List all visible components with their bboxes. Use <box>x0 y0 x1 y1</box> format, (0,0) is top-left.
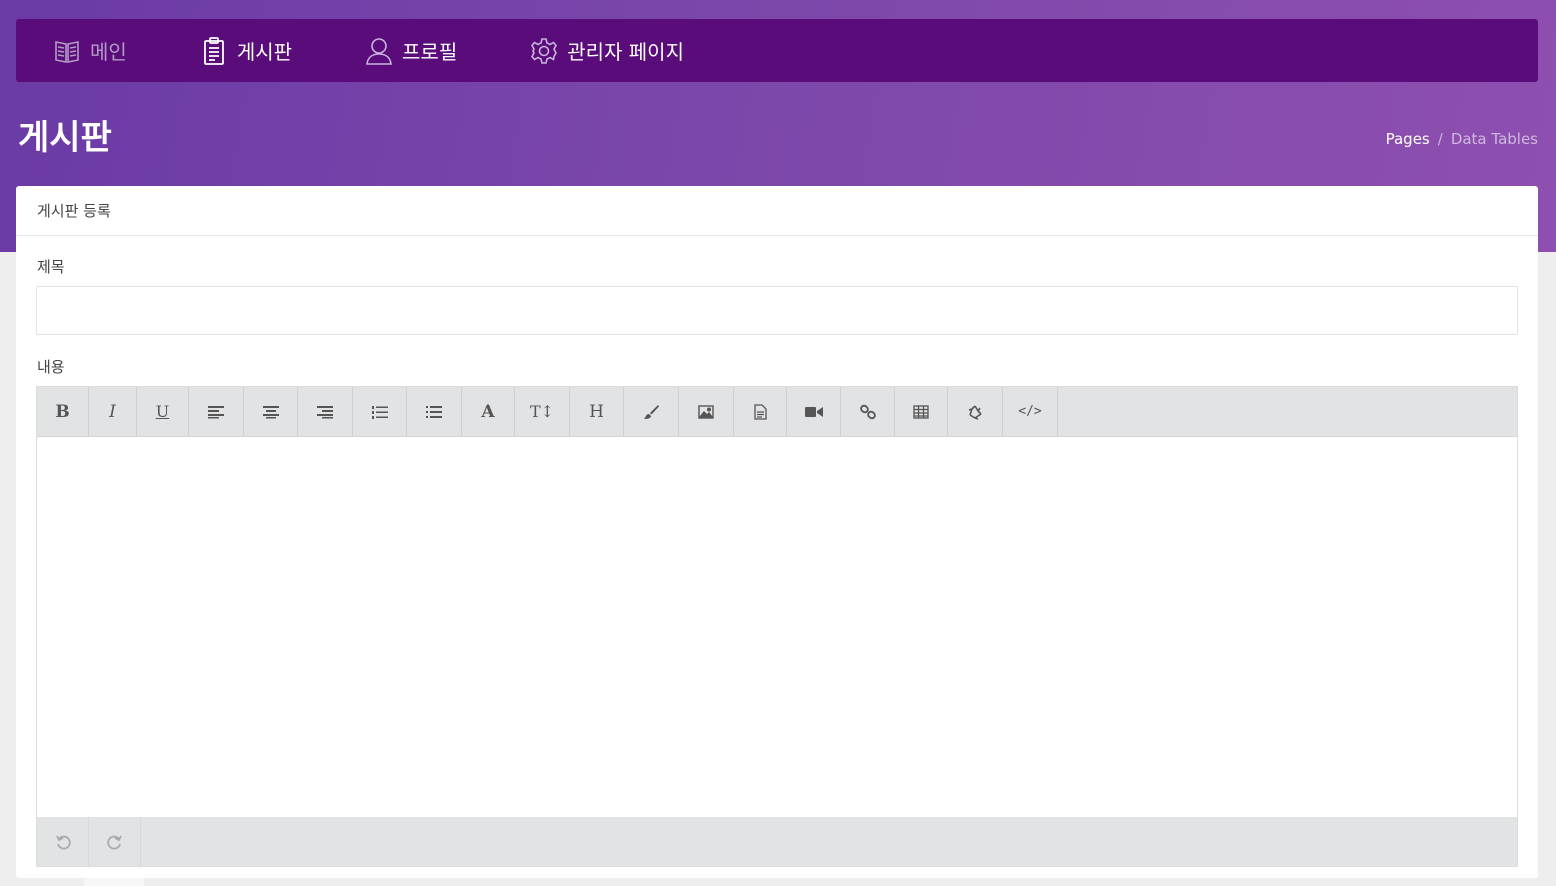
ordered-list-button[interactable] <box>353 387 407 436</box>
image-button[interactable] <box>679 387 734 436</box>
editor-content-area[interactable] <box>37 437 1517 817</box>
redo-button[interactable] <box>89 817 141 866</box>
nav-item-admin[interactable]: 관리자 페이지 <box>529 19 684 82</box>
recycle-icon <box>968 404 982 420</box>
align-center-icon <box>262 405 279 418</box>
redo-icon <box>106 835 122 849</box>
nav-item-profile[interactable]: 프로필 <box>364 19 457 82</box>
content-label: 내용 <box>37 358 65 376</box>
video-icon <box>804 406 823 417</box>
italic-button[interactable]: I <box>89 387 137 436</box>
underline-button[interactable]: U <box>137 387 189 436</box>
font-color-button[interactable]: A <box>462 387 515 436</box>
breadcrumb-root[interactable]: Pages <box>1386 130 1430 148</box>
nav-item-main[interactable]: 메인 <box>52 19 127 82</box>
nav-item-label: 게시판 <box>236 40 293 64</box>
align-right-icon <box>317 405 333 418</box>
editor-toolbar: B I U A T↕ H </> <box>37 387 1517 437</box>
rich-text-editor: B I U A T↕ H </> <box>36 386 1518 867</box>
font-size-button[interactable]: T↕ <box>515 387 570 436</box>
nav-item-label: 관리자 페이지 <box>567 40 684 64</box>
file-button[interactable] <box>734 387 787 436</box>
link-button[interactable] <box>841 387 895 436</box>
table-button[interactable] <box>895 387 948 436</box>
unordered-list-icon <box>426 405 442 418</box>
ordered-list-icon <box>371 405 388 419</box>
top-navigation: 메인 게시판 프로필 관리자 페이지 <box>16 19 1538 82</box>
user-icon <box>364 36 394 66</box>
breadcrumb-separator: / <box>1437 130 1443 148</box>
gear-icon <box>529 36 559 66</box>
unordered-list-button[interactable] <box>407 387 462 436</box>
page-title: 게시판 <box>18 118 112 158</box>
nav-item-board[interactable]: 게시판 <box>199 19 292 82</box>
clipboard-icon <box>199 36 229 66</box>
book-icon <box>52 36 82 66</box>
subject-input[interactable] <box>36 286 1518 335</box>
card-title: 게시판 등록 <box>16 186 1538 236</box>
board-register-card: 게시판 등록 제목 내용 B I U A T↕ H </> <box>16 186 1538 878</box>
align-right-button[interactable] <box>298 387 353 436</box>
file-icon <box>753 403 767 420</box>
recycle-button[interactable] <box>948 387 1003 436</box>
brush-icon <box>644 404 659 419</box>
breadcrumb: Pages / Data Tables <box>1386 130 1538 148</box>
subject-label: 제목 <box>37 258 65 276</box>
editor-footer <box>37 817 1517 866</box>
breadcrumb-current: Data Tables <box>1450 130 1538 148</box>
align-left-button[interactable] <box>189 387 244 436</box>
align-center-button[interactable] <box>244 387 298 436</box>
undo-icon <box>55 835 71 849</box>
undo-button[interactable] <box>37 817 89 866</box>
align-left-icon <box>208 405 224 418</box>
table-icon <box>913 404 929 419</box>
brush-button[interactable] <box>624 387 679 436</box>
link-icon <box>859 404 876 419</box>
image-icon <box>698 404 714 419</box>
nav-item-label: 프로필 <box>402 40 458 64</box>
heading-button[interactable]: H <box>570 387 624 436</box>
video-button[interactable] <box>787 387 841 436</box>
code-view-button[interactable]: </> <box>1003 387 1058 436</box>
page-bottom-tab <box>84 878 144 886</box>
nav-item-label: 메인 <box>90 40 127 64</box>
bold-button[interactable]: B <box>37 387 89 436</box>
